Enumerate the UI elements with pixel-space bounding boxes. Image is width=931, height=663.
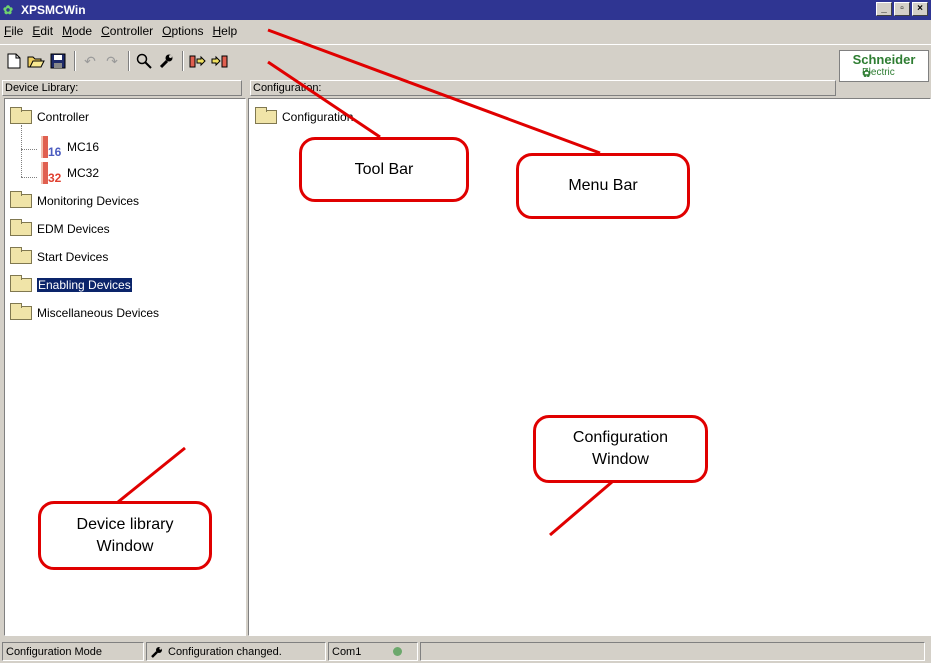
callout-menubar: Menu Bar [516, 153, 690, 219]
callout-config-line1: Configuration [572, 429, 669, 446]
arrow-menubar [267, 28, 601, 155]
callout-config-line2: Window [592, 451, 649, 468]
callout-configuration-window: Configuration Window [533, 415, 708, 483]
arrow-config-window [549, 480, 613, 537]
callout-device-library-window: Device library Window [38, 501, 212, 570]
callout-library-line1: Device library [76, 515, 174, 533]
callout-toolbar-text: Tool Bar [354, 160, 414, 178]
arrow-library-window [117, 446, 186, 504]
arrow-toolbar [267, 60, 381, 139]
callout-toolbar: Tool Bar [299, 137, 469, 202]
callout-library-line2: Window [96, 537, 154, 555]
callout-menubar-text: Menu Bar [568, 177, 638, 194]
